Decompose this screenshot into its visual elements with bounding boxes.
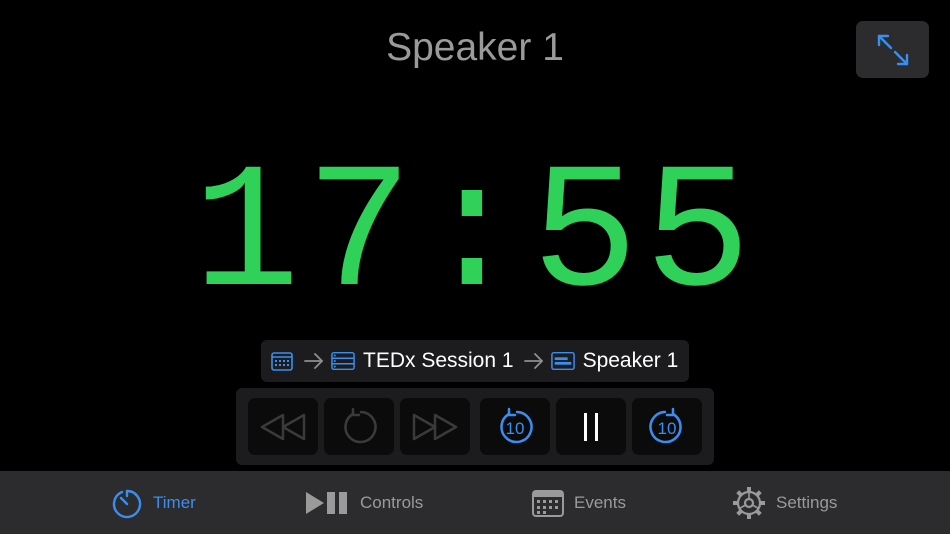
timer-display: 17:55 — [192, 137, 758, 338]
tab-timer-label: Timer — [153, 492, 196, 512]
breadcrumb-session[interactable]: TEDx Session 1 — [363, 349, 514, 373]
arrow-right-icon — [523, 353, 544, 369]
forward-10-label: 10 — [658, 419, 677, 438]
tab-settings-label: Settings — [776, 492, 838, 512]
reset-icon — [344, 407, 377, 443]
back-10-icon: 10 — [500, 407, 533, 443]
reset-button[interactable] — [324, 398, 394, 455]
tab-events[interactable]: Events — [532, 471, 626, 534]
tab-bar: Timer Controls Events Settings — [0, 471, 950, 534]
forward-10-icon: 10 — [649, 407, 682, 443]
back-10-button[interactable]: 10 — [480, 398, 550, 455]
forward-10-button[interactable]: 10 — [632, 398, 702, 455]
calendar-icon — [532, 489, 564, 517]
pause-icon — [584, 412, 598, 441]
tab-controls-label: Controls — [360, 492, 424, 512]
play-pause-icon — [306, 491, 347, 514]
pause-button[interactable] — [556, 398, 626, 455]
tab-timer[interactable]: Timer — [111, 471, 196, 534]
arrow-right-icon — [304, 353, 324, 369]
breadcrumb-speaker: Speaker 1 — [582, 349, 679, 372]
back-10-label: 10 — [506, 419, 525, 438]
tab-events-label: Events — [574, 492, 626, 512]
rewind-icon — [260, 413, 306, 440]
tab-controls[interactable]: Controls — [304, 471, 423, 534]
fullscreen-button[interactable] — [856, 21, 929, 78]
breadcrumb: TEDx Session 1 Speaker 1 — [261, 340, 689, 382]
expand-icon — [877, 34, 908, 65]
page-title: Speaker 1 — [386, 26, 564, 69]
rewind-button[interactable] — [248, 398, 318, 455]
calendar-icon[interactable] — [270, 349, 294, 373]
gear-icon — [733, 486, 765, 519]
fast-forward-button[interactable] — [400, 398, 470, 455]
session-list-icon — [331, 349, 355, 373]
fast-forward-icon — [412, 413, 458, 440]
speaker-card-icon — [550, 349, 575, 373]
tab-settings[interactable]: Settings — [732, 471, 837, 534]
controls-panel: 10 10 — [236, 388, 714, 465]
stopwatch-icon — [112, 489, 142, 518]
